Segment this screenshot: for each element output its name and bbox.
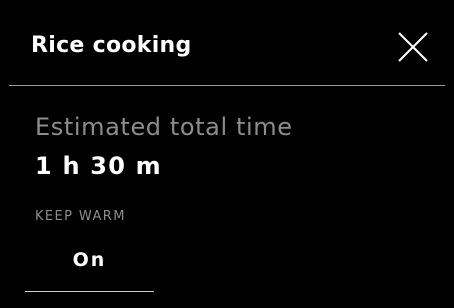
keep-warm-value: On bbox=[72, 249, 107, 271]
estimated-time-value: 1 h 30 m bbox=[35, 152, 162, 180]
estimated-time-label: Estimated total time bbox=[35, 113, 293, 141]
keep-warm-underline bbox=[25, 291, 154, 292]
keep-warm-label: KEEP WARM bbox=[35, 209, 126, 224]
close-button[interactable] bbox=[395, 29, 431, 65]
dialog-header: Rice cooking bbox=[9, 0, 445, 86]
keep-warm-selector[interactable]: On bbox=[25, 240, 154, 292]
rice-cooking-dialog: Rice cooking Estimated total time 1 h 30… bbox=[9, 0, 445, 308]
close-icon bbox=[398, 32, 428, 62]
dialog-title: Rice cooking bbox=[31, 33, 192, 58]
